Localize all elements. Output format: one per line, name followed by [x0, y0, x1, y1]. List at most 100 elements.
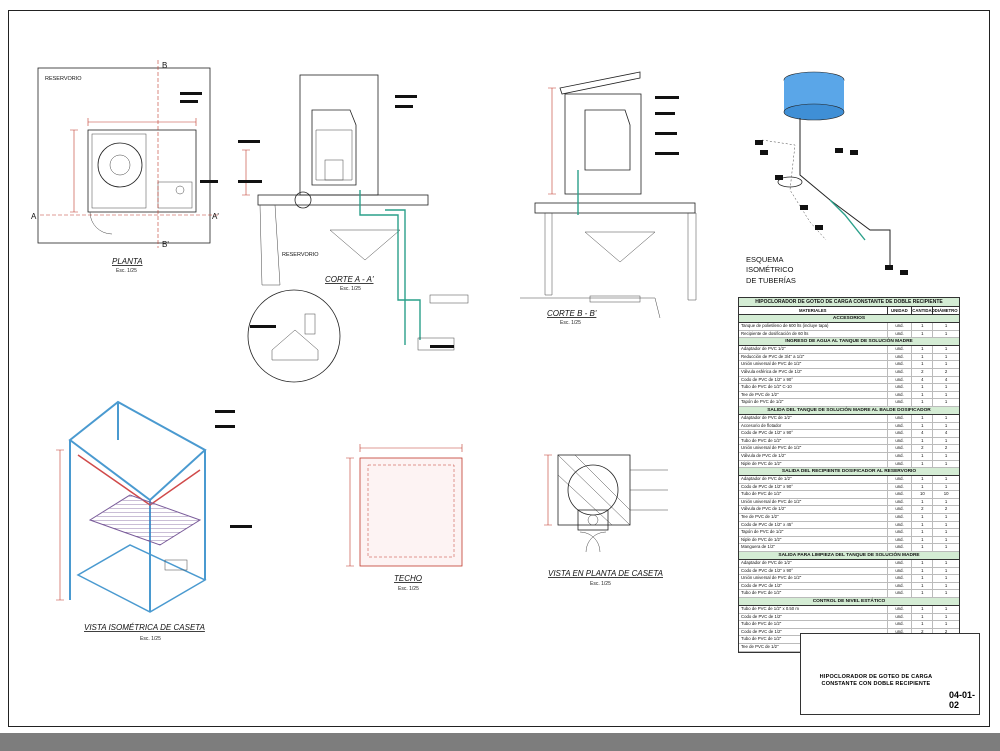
table-cell: Tubo de PVC de 1/2"	[739, 491, 888, 498]
table-cell: und.	[888, 536, 913, 544]
corte-b-roof	[559, 71, 641, 95]
planta-tag	[180, 92, 202, 95]
caseta-dim	[544, 454, 552, 526]
table-cell: 1	[944, 582, 948, 588]
table-cell: und.	[888, 452, 913, 460]
table-row: Codo de PVC de 1/2" x 90° und. 4 4	[739, 376, 959, 385]
table-cell: 1	[912, 575, 934, 582]
table-cell: 1	[944, 437, 948, 443]
corte-a-valve-box	[417, 337, 455, 351]
table-cell: 10	[943, 491, 949, 497]
table-cell: Adaptador de PVC de 1/2"	[739, 476, 888, 483]
tb-project-name: HIPOCLORADOR DE GOTEO DE CARGA CONSTANTE…	[807, 674, 945, 688]
table-cell: Codo de PVC de 1/2" x 90°	[739, 483, 888, 491]
planta-cut-a-right: A'	[212, 212, 219, 221]
table-row: Tubo de PVC de 1/2" und. 10 10	[739, 491, 959, 499]
table-cell: 2	[912, 506, 934, 514]
table-cell: Codo de PVC de 1/2" x 45°	[739, 521, 888, 529]
table-cell: 1	[912, 346, 934, 353]
corte-b-left-wall	[544, 212, 553, 296]
table-row: Válvula de PVC de 1/2" und. 2 2	[739, 506, 959, 515]
corte-a-tank-ribs	[315, 129, 353, 181]
table-cell: und.	[888, 323, 913, 330]
table-cell: Tubo de PVC de 1/2" x 0.50 m	[739, 606, 888, 613]
corte-b-tank	[584, 109, 631, 171]
caseta-title: VISTA EN PLANTA DE CASETA	[548, 569, 663, 578]
table-row: Tee de PVC de 1/2"und.11	[739, 391, 959, 400]
table-row: Unión universal de PVC de 1/2" und. 1 1	[739, 361, 959, 369]
corte-b-water-cone	[584, 231, 656, 263]
corte-a-tag	[430, 345, 454, 348]
table-row: Tanque de polietileno de 600 lts (incluy…	[739, 323, 959, 331]
table-cell: 1	[912, 330, 934, 338]
table-cell: und.	[888, 353, 913, 361]
table-row: Tubo de PVC de 1/2" und. 1 1	[739, 590, 959, 598]
corte-a-view: RESERVORIO CORTE A - A' Esc. 1/25	[238, 74, 469, 383]
table-cell: und.	[888, 476, 913, 483]
iso-tag	[215, 425, 235, 428]
table-cell: und.	[888, 621, 913, 628]
caseta-scale: Esc. 1/25	[590, 581, 611, 587]
planta-dosing-box	[157, 181, 193, 209]
esquema-tag	[760, 150, 768, 155]
table-cell: und.	[888, 575, 913, 582]
esquema-title-1: ESQUEMA	[746, 255, 784, 264]
table-cell: und.	[888, 606, 913, 613]
table-cell: 1	[944, 361, 948, 367]
table-cell: Recipiente de dosificación de 60 lts	[739, 330, 888, 338]
tb-project-line1: HIPOCLORADOR DE GOTEO DE CARGA	[819, 674, 933, 680]
isometric-view: VISTA ISOMÉTRICA DE CASETA Esc. 1/25	[56, 400, 252, 642]
corte-a-detail-marker	[294, 191, 312, 209]
corte-a-cleanout	[429, 294, 469, 304]
techo-dim-v	[346, 457, 354, 567]
corte-a-tag	[250, 325, 276, 328]
corte-a-reservoir-label: RESERVORIO	[282, 252, 319, 258]
planta-caseta-view: VISTA EN PLANTA DE CASETA Esc. 1/25	[544, 454, 668, 587]
planta-dim-vertical	[70, 129, 78, 213]
techo-dim-h	[359, 444, 463, 452]
planta-tank-circle	[97, 142, 143, 188]
corte-b-title: CORTE B - B'	[547, 309, 597, 318]
caseta-bucket	[587, 514, 599, 526]
table-cell: 2	[944, 368, 948, 374]
table-cell: Tubo de PVC de 1/2"	[739, 621, 888, 628]
table-cell: 2	[944, 506, 948, 512]
table-cell: Codo de PVC de 1/2" x 90°	[739, 567, 888, 575]
table-cell: 1	[944, 567, 948, 573]
table-cell: Adaptador de PVC de 1/2"	[739, 414, 888, 422]
corte-a-detail-circle	[247, 289, 341, 383]
table-cell: 2	[944, 445, 948, 451]
corte-b-slab	[534, 202, 696, 214]
table-cell: 1	[944, 323, 948, 328]
planta-booth-outline	[87, 129, 197, 213]
table-cell: 1	[944, 460, 948, 466]
table-row: Tapón de PVC de 1/2" und. 1 1	[739, 529, 959, 537]
table-cell: 1	[944, 621, 948, 627]
caseta-leaders	[630, 469, 668, 511]
table-cell: und.	[888, 391, 913, 399]
corte-a-tag	[395, 105, 413, 108]
table-cell: 1	[944, 391, 948, 397]
table-cell: 1	[912, 521, 934, 529]
header-cantidad: CANTIDAD	[912, 307, 935, 314]
table-row: Adaptador de PVC de 1/2" und. 1 1	[739, 560, 959, 568]
table-cell: und.	[888, 437, 913, 445]
table-cell: Válvula de PVC de 1/2"	[739, 452, 888, 460]
corte-a-slab	[257, 194, 429, 206]
header-unidad: UNIDAD	[888, 307, 913, 314]
table-cell: 1	[944, 613, 948, 619]
materials-table-body: ACCESORIOS Tanque de polietileno de 600 l…	[739, 315, 959, 652]
table-cell: Reducción de PVC de 3/4" a 1/2"	[739, 353, 888, 361]
table-cell: Niple de PVC de 1/2"	[739, 460, 888, 468]
header-materiales: MATERIALES	[739, 307, 888, 314]
table-cell: 1	[912, 606, 934, 613]
table-cell: und.	[888, 414, 913, 422]
table-cell: Accesorio de flotador	[739, 422, 888, 430]
table-section-header: SALIDA DEL RECIPIENTE DOSIFICADOR AL RES…	[739, 468, 959, 477]
table-section-header: SALIDA DEL TANQUE DE SOLUCIÓN MADRE AL B…	[739, 406, 959, 415]
corte-a-detail-post	[304, 313, 316, 335]
table-row: Válvula esférica de PVC de 1/2" und. 2 2	[739, 368, 959, 377]
table-cell: Adaptador de PVC 1/2"	[739, 346, 888, 353]
table-cell: und.	[888, 514, 913, 521]
techo-title: TECHO	[394, 574, 422, 583]
